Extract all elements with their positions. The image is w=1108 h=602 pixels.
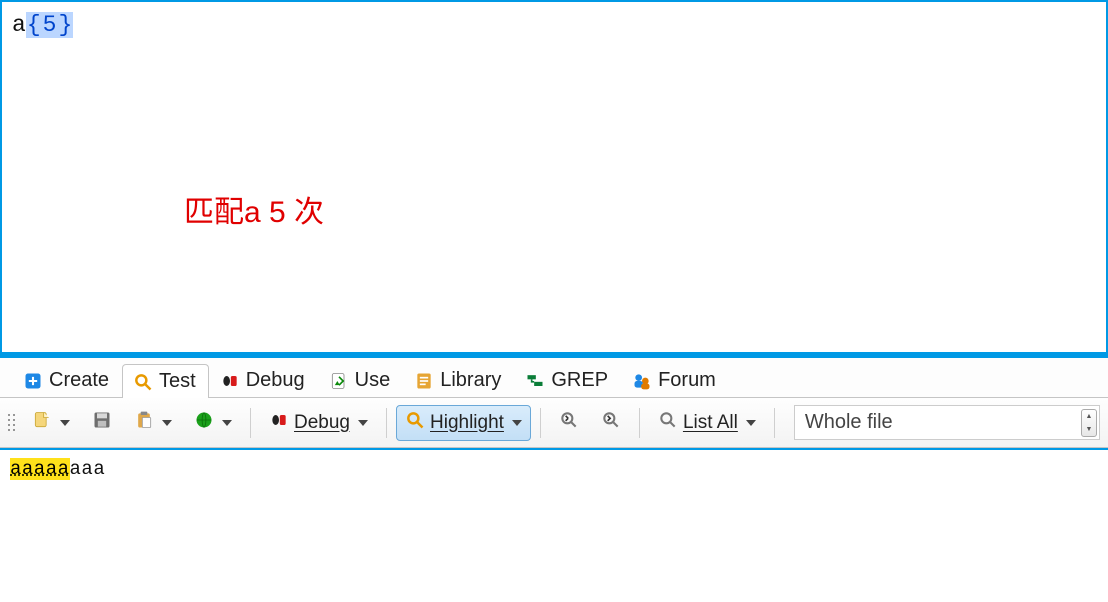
scope-label: Whole file bbox=[805, 411, 893, 434]
tab-use[interactable]: Use bbox=[318, 363, 404, 397]
list-all-button[interactable]: List All bbox=[649, 405, 765, 441]
tab-label: Forum bbox=[658, 369, 716, 392]
paste-button[interactable] bbox=[125, 405, 181, 441]
dropdown-caret-icon bbox=[222, 420, 232, 426]
next-match-icon bbox=[601, 410, 621, 436]
regex-expression[interactable]: a{5} bbox=[12, 10, 1096, 40]
toolbar-separator bbox=[774, 408, 775, 438]
dropdown-caret-icon bbox=[746, 420, 756, 426]
use-icon bbox=[329, 371, 349, 391]
save-icon bbox=[92, 410, 112, 436]
library-icon bbox=[414, 371, 434, 391]
grep-icon bbox=[525, 371, 545, 391]
next-match-button[interactable] bbox=[592, 405, 630, 441]
toolbar-separator bbox=[386, 408, 387, 438]
chevron-down-icon: ▼ bbox=[1082, 423, 1096, 436]
tab-label: Test bbox=[159, 370, 196, 393]
tab-forum[interactable]: Forum bbox=[621, 363, 729, 397]
run-button[interactable] bbox=[185, 405, 241, 441]
test-icon bbox=[133, 372, 153, 392]
chevron-up-icon: ▲ bbox=[1082, 410, 1096, 423]
tab-strip: Create Test Debug Use Library GREP For bbox=[0, 358, 1108, 398]
toolbar-separator bbox=[250, 408, 251, 438]
search-icon bbox=[405, 410, 425, 436]
match-highlight: aaaaa bbox=[10, 458, 70, 480]
tab-label: Use bbox=[355, 369, 391, 392]
scope-selector[interactable]: Whole file ▲ ▼ bbox=[794, 405, 1100, 440]
debug-icon bbox=[269, 410, 289, 436]
tab-test[interactable]: Test bbox=[122, 364, 209, 398]
regex-close-brace: } bbox=[57, 12, 73, 38]
debug-label: Debug bbox=[294, 412, 350, 434]
list-all-label: List All bbox=[683, 412, 738, 434]
regex-editor-pane[interactable]: a{5} 匹配a 5 次 bbox=[0, 0, 1108, 352]
tab-library[interactable]: Library bbox=[403, 363, 514, 397]
search-icon bbox=[658, 410, 678, 436]
toolbar: Debug Highlight List All Whole file ▲ bbox=[0, 398, 1108, 448]
dropdown-caret-icon bbox=[60, 420, 70, 426]
new-file-icon bbox=[32, 410, 52, 436]
toolbar-separator bbox=[639, 408, 640, 438]
regex-quantifier: 5 bbox=[42, 12, 58, 38]
test-text[interactable]: aaaaaaaa bbox=[10, 458, 1098, 480]
toolbar-grip[interactable] bbox=[8, 414, 15, 431]
paste-icon bbox=[134, 410, 154, 436]
dropdown-caret-icon bbox=[358, 420, 368, 426]
new-button[interactable] bbox=[23, 405, 79, 441]
globe-run-icon bbox=[194, 410, 214, 436]
regex-literal: a bbox=[12, 12, 26, 38]
toolbar-separator bbox=[540, 408, 541, 438]
highlight-label: Highlight bbox=[430, 412, 504, 434]
tab-label: Debug bbox=[246, 369, 305, 392]
debug-button[interactable]: Debug bbox=[260, 405, 377, 441]
tab-create[interactable]: Create bbox=[12, 363, 122, 397]
tab-debug[interactable]: Debug bbox=[209, 363, 318, 397]
debug-icon bbox=[220, 371, 240, 391]
prev-match-icon bbox=[559, 410, 579, 436]
annotation-text: 匹配a 5 次 bbox=[184, 187, 324, 231]
regex-open-brace: { bbox=[26, 12, 42, 38]
dropdown-caret-icon bbox=[162, 420, 172, 426]
create-icon bbox=[23, 371, 43, 391]
tab-label: GREP bbox=[551, 369, 608, 392]
save-button[interactable] bbox=[83, 405, 121, 441]
tab-grep[interactable]: GREP bbox=[514, 363, 621, 397]
tab-label: Create bbox=[49, 369, 109, 392]
test-result-pane[interactable]: aaaaaaaa bbox=[0, 448, 1108, 602]
forum-icon bbox=[632, 371, 652, 391]
nonmatch-text: aaa bbox=[70, 458, 106, 480]
scope-spinner[interactable]: ▲ ▼ bbox=[1081, 409, 1097, 437]
prev-match-button[interactable] bbox=[550, 405, 588, 441]
tab-label: Library bbox=[440, 369, 501, 392]
dropdown-caret-icon bbox=[512, 420, 522, 426]
highlight-button[interactable]: Highlight bbox=[396, 405, 531, 441]
